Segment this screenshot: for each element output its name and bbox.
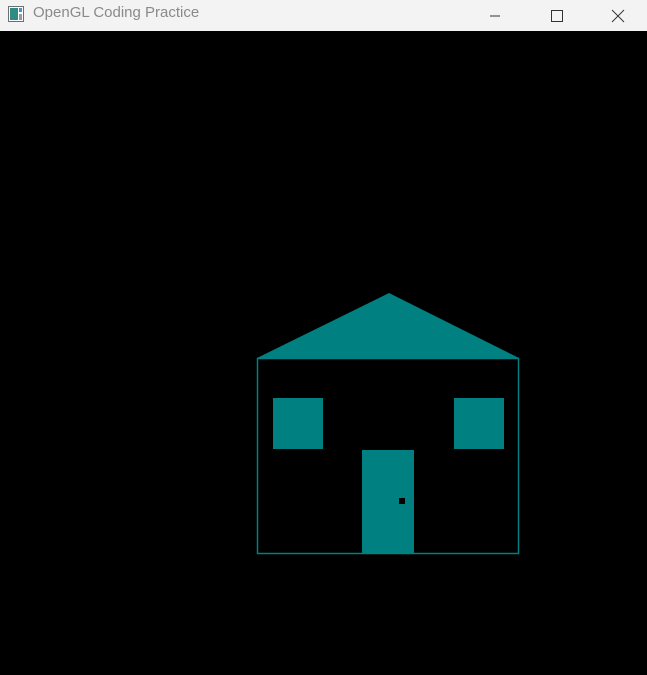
house-drawing [256,293,520,555]
house-doorknob [399,498,405,504]
house-window-left [273,398,323,449]
house-roof [257,293,519,358]
close-icon [611,9,625,23]
maximize-button[interactable] [528,0,586,31]
house-window-right [454,398,504,449]
house-door [362,450,414,553]
minimize-icon [489,10,501,22]
opengl-app-icon [8,6,24,22]
minimize-button[interactable] [466,0,524,31]
title-bar[interactable]: OpenGL Coding Practice [0,0,647,31]
opengl-canvas[interactable] [0,31,647,675]
app-window: OpenGL Coding Practice [0,0,647,675]
maximize-icon [551,9,563,22]
window-title: OpenGL Coding Practice [33,4,200,21]
close-button[interactable] [589,0,647,31]
